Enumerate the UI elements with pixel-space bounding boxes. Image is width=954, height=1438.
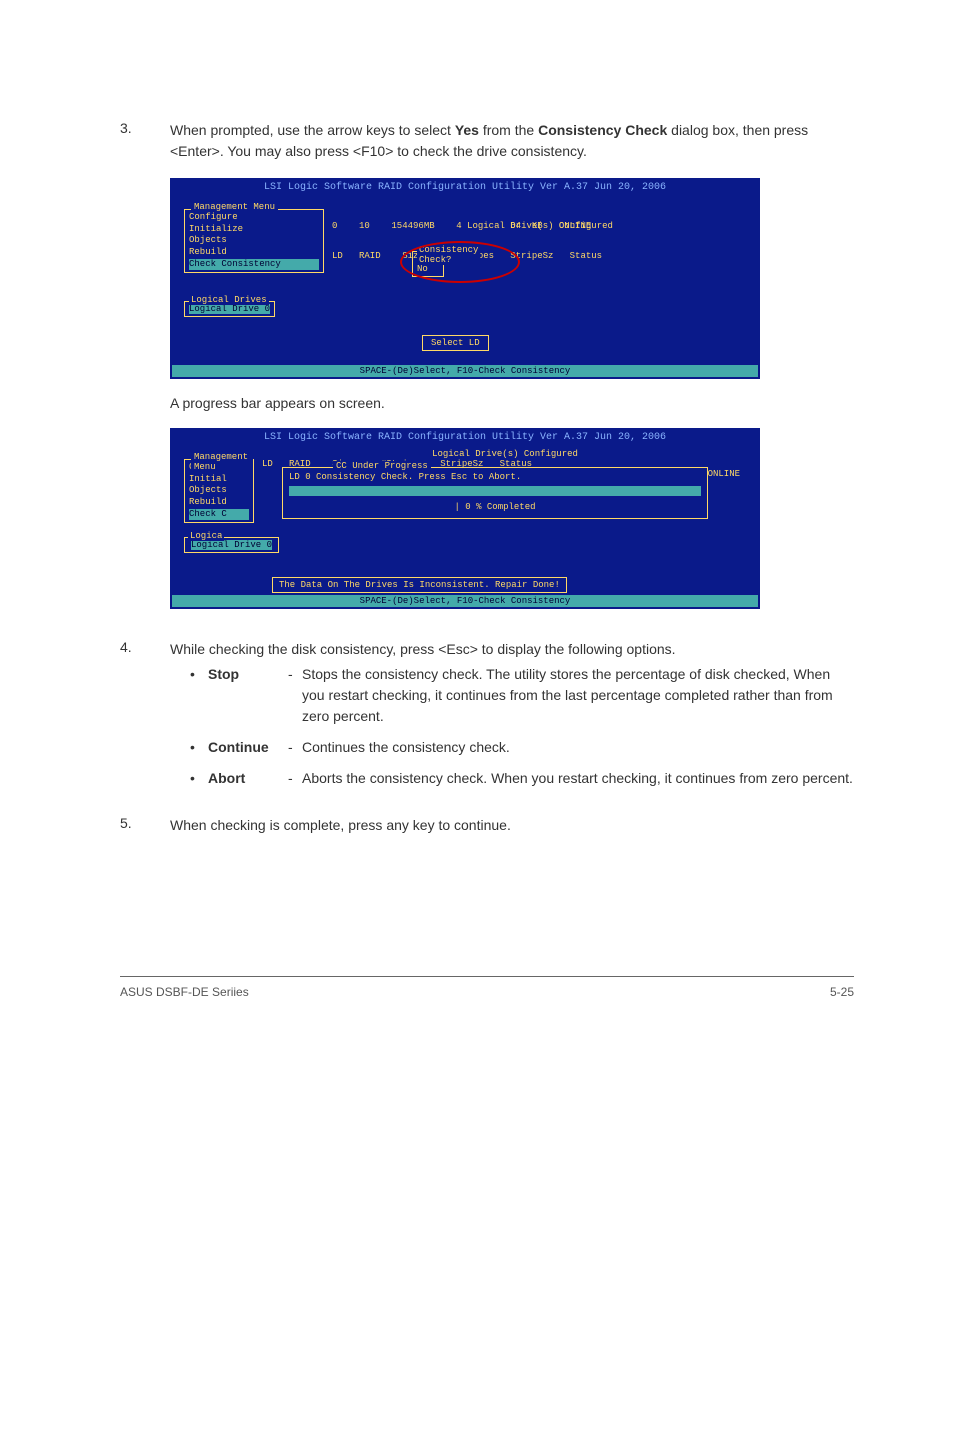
bios-title: LSI Logic Software RAID Configuration Ut…	[172, 430, 758, 445]
step-number: 4.	[120, 639, 170, 799]
logical-drives-box: Logical Drives Logical Drive 0	[184, 301, 275, 317]
menu-item-configure: Configure	[189, 212, 319, 224]
menu-item-check: Check C	[189, 509, 249, 521]
logica-title: Logica	[188, 531, 224, 541]
progress-completed: | 0 % Completed	[289, 502, 701, 512]
bios-title: LSI Logic Software RAID Configuration Ut…	[172, 180, 758, 195]
option-label: Stop	[208, 664, 288, 727]
caption-progress-bar: A progress bar appears on screen.	[170, 393, 854, 414]
logical-drive-item: Logical Drive 0	[191, 540, 272, 550]
bullet-icon: •	[190, 768, 208, 789]
menu-item-objects: Objects	[189, 485, 249, 497]
menu-title: Management Menu	[191, 452, 253, 472]
step-number: 5.	[120, 815, 170, 836]
repair-done-box: The Data On The Drives Is Inconsistent. …	[272, 577, 567, 593]
progress-title: CC Under Progress	[333, 461, 431, 471]
text: When prompted, use the arrow keys to sel…	[170, 122, 455, 138]
consistency-check-label: Consistency Check	[538, 122, 667, 138]
step-number: 3.	[120, 120, 170, 162]
management-menu: Management Menu Configure Initial Object…	[184, 459, 254, 523]
option-abort: • Abort - Aborts the consistency check. …	[190, 768, 854, 789]
menu-item-objects: Objects	[189, 235, 319, 247]
option-desc: Continues the consistency check.	[302, 737, 854, 758]
dash: -	[288, 737, 302, 758]
step-text: When checking is complete, press any key…	[170, 815, 854, 836]
menu-item-rebuild: Rebuild	[189, 497, 249, 509]
step-4: 4. While checking the disk consistency, …	[120, 639, 854, 799]
select-ld-box: Select LD	[422, 335, 489, 351]
management-menu: Management Menu Configure Initialize Obj…	[184, 209, 324, 273]
bios-screenshot-1: LSI Logic Software RAID Configuration Ut…	[170, 178, 760, 379]
table-header: Logical Drive(s) Configured LD RAID Size…	[332, 201, 748, 281]
footer-left: ASUS DSBF-DE Seriies	[120, 985, 249, 999]
menu-item-rebuild: Rebuild	[189, 247, 319, 259]
bullet-icon: •	[190, 664, 208, 727]
dash: -	[288, 664, 302, 727]
step-text: While checking the disk consistency, pre…	[170, 639, 854, 660]
progress-box: CC Under Progress LD 0 Consistency Check…	[282, 467, 708, 519]
status-online: ONLINE	[708, 469, 740, 479]
option-label: Continue	[208, 737, 288, 758]
option-stop: • Stop - Stops the consistency check. Th…	[190, 664, 854, 727]
page-footer: ASUS DSBF-DE Seriies 5-25	[120, 976, 854, 999]
footer-right: 5-25	[830, 985, 854, 999]
logical-drives-title: Logical Drives	[189, 295, 269, 305]
option-label: Abort	[208, 768, 288, 789]
logical-drive-item: Logical Drive 0	[189, 304, 270, 314]
menu-item-check-consistency: Check Consistency	[189, 259, 319, 271]
dash: -	[288, 768, 302, 789]
bios-footer: SPACE-(De)Select, F10-Check Consistency	[172, 365, 758, 377]
logical-drives-configured: Logical Drive(s) Configured	[262, 449, 748, 459]
table-row: 0 10 154496MB 4 64 KB ONLINE	[332, 221, 748, 231]
menu-title: Management Menu	[191, 202, 278, 212]
yes-label: Yes	[455, 122, 479, 138]
highlight-ellipse	[400, 241, 520, 283]
logica-box: Logica Logical Drive 0	[184, 537, 279, 553]
menu-item-initial: Initial	[189, 474, 249, 486]
step-text: When prompted, use the arrow keys to sel…	[170, 120, 854, 162]
bios-screenshot-2: LSI Logic Software RAID Configuration Ut…	[170, 428, 760, 609]
progress-bar	[289, 486, 701, 496]
bullet-icon: •	[190, 737, 208, 758]
text: from the	[479, 122, 538, 138]
progress-text: LD 0 Consistency Check. Press Esc to Abo…	[289, 472, 701, 482]
option-desc: Aborts the consistency check. When you r…	[302, 768, 854, 789]
menu-item-initialize: Initialize	[189, 224, 319, 236]
option-continue: • Continue - Continues the consistency c…	[190, 737, 854, 758]
step-5: 5. When checking is complete, press any …	[120, 815, 854, 836]
columns: LD RAID Size #Stripes StripeSz Status	[332, 251, 748, 261]
step-3: 3. When prompted, use the arrow keys to …	[120, 120, 854, 162]
option-desc: Stops the consistency check. The utility…	[302, 664, 854, 727]
bios-footer: SPACE-(De)Select, F10-Check Consistency	[172, 595, 758, 607]
